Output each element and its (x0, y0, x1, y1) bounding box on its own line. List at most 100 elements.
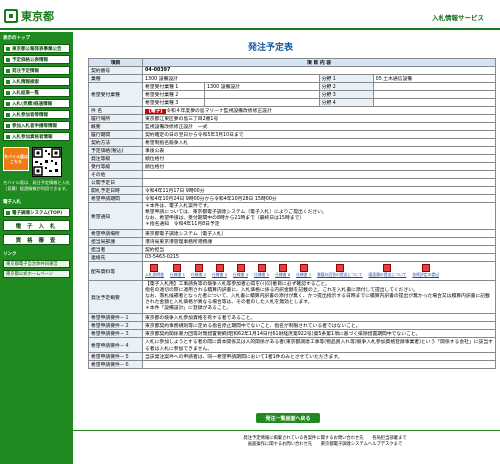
sidebar-item-applications[interactable]: 参加入札者申請等情報 (3, 121, 70, 130)
bullet-icon (6, 210, 10, 215)
period-value: 契約確定の日の翌日から令和5年3月10日まで (142, 130, 496, 139)
bullet-icon (6, 57, 10, 62)
attachment-link[interactable]: 仕様書 3 (212, 264, 227, 278)
pdf-icon (278, 264, 287, 272)
header-content: 項 目 内 容 (142, 58, 496, 67)
qualification-button[interactable]: 資 格 審 査 (3, 234, 70, 245)
row-label: 分野 1 (318, 74, 374, 83)
attachment-link[interactable]: 入札説明書 (145, 264, 164, 278)
remarks-line: なお、落札候補者となった者について、入札書に積算内訳書の添付が無く、かつ提出指示… (145, 294, 490, 305)
e-bidding-button[interactable]: 電 子 入 札 (3, 220, 70, 231)
apply-value: 令和4年10月24日 9時00分から令和4年10月28日 15時00分 (142, 194, 496, 203)
logo-text: 東京都 (21, 10, 54, 23)
sidebar-item-results[interactable]: 入札結果一覧 (3, 88, 70, 97)
price-value: 事後公表 (142, 146, 496, 155)
attachment-link[interactable]: 仕様書 7 (296, 264, 311, 278)
pdf-icon (150, 264, 159, 272)
service-title: 入札情報サービス (432, 14, 484, 22)
condition-value: 当該発注案件への申請者は、同一希望申請期間において1者1件のみとさせていただきま… (142, 352, 496, 361)
condition-value: 東京都の競争入札参加資格を有する者であること。 (142, 313, 496, 322)
row-label: 予定価格(税込) (88, 146, 143, 155)
mobile-note: モバイル版は、発注予定情報と入札（見積）経過情報が利用できます。 (3, 180, 71, 191)
page-title: 発注予定表 (248, 43, 294, 53)
attachment-link[interactable]: 図面類の提出について (369, 264, 406, 278)
row-label: 分野 4 (318, 98, 374, 107)
link-official-site[interactable]: 東京都公式ホームページ (3, 270, 70, 278)
footer-line: 画面操作に関するお問い合わせ先 東京都電子調達システムヘルプデスクまで (247, 442, 403, 447)
row-label: 希望申請要件－６ (88, 360, 143, 369)
bullet-icon (6, 123, 10, 128)
sidebar-item-participants[interactable]: 入札参加者等情報 (3, 110, 70, 119)
row-label: 契約方法 (88, 138, 143, 147)
form-value: 順位格付 (142, 154, 496, 163)
sidebar-section-einvoice: 電子入札 (3, 200, 21, 205)
sidebar-item-announcement[interactable]: 東京都公報発表事業公告 (3, 44, 70, 53)
row-label: 公開予定日 (88, 178, 143, 187)
row-label: その他 (88, 170, 143, 179)
attachment-link[interactable]: 技術評定の提出 (412, 264, 439, 278)
project-name: 令和４年度夢の島マリーナ監視設備改修修正設計 (166, 109, 272, 114)
sidebar-item-search[interactable]: 入札情報検索 (3, 77, 70, 86)
sidebar: 表示のトップ 東京都公報発表事業公告 予定価格公表情報 発注予定情報 入札情報検… (0, 32, 73, 464)
sidebar-item-qualified[interactable]: 入札参加資格者情報 (3, 132, 70, 141)
pdf-icon (194, 264, 203, 272)
pdf-icon (257, 264, 266, 272)
sidebar-item-order-plan[interactable]: 発注予定情報 (3, 66, 70, 75)
grade-value: 順位格付 (142, 162, 496, 171)
open-value: 令和4年11月17日 9時00分 (142, 186, 496, 195)
pdf-icon (236, 264, 245, 272)
pdf-icon (335, 264, 344, 272)
link-e-government[interactable]: 東京都電子自治体共同運営 (3, 260, 70, 268)
attachment-link[interactable]: 質疑の回答の提出について (317, 264, 363, 278)
row-label: 分野 3 (318, 90, 374, 99)
sidebar-section-links: リンク (3, 252, 17, 257)
pdf-icon (299, 264, 308, 272)
dept-value: 港湾局東京港管理事務所港務課 (142, 237, 496, 246)
row-label: 希望申請要件－１ (88, 313, 143, 322)
qr-code-icon (32, 147, 62, 177)
footer-divider (73, 430, 500, 431)
row-label: 希望申請要件－２ (88, 321, 143, 330)
bullet-icon (6, 68, 10, 73)
pdf-icon (173, 264, 182, 272)
row-label: 受付等級 (88, 162, 143, 171)
row-label: 担当局部課 (88, 237, 143, 246)
hope-label: 希望受付業種 2 (142, 90, 205, 99)
apply-place-value: 東京都電子調達システム（電子入札） (142, 229, 496, 238)
hope-label: 希望受付業種 1 (142, 82, 205, 91)
row-label: 希望受付業種 (88, 82, 143, 107)
row-label: 開札予定日時 (88, 186, 143, 195)
remarks-line: ＊本件「設備設計」に登録があること。 (145, 306, 232, 311)
row-label: 配布資料等 (88, 261, 143, 281)
pdf-icon (383, 264, 392, 272)
place-value: 東京都江東区夢の島三丁目2番1号 (142, 114, 496, 123)
hope-value: 1300 設備設計 (204, 82, 320, 91)
attachment-link[interactable]: 仕様書 2 (191, 264, 206, 278)
row-label: 概要 (88, 122, 143, 131)
back-to-list-button[interactable]: 発注一覧画面へ戻る (256, 413, 320, 423)
condition-value: 東京都契約関係暴力団等対策措置要綱(昭和62年1月14日付61財経庶第922号)… (142, 329, 496, 338)
contract-number: 04-00397 (142, 66, 496, 75)
contact-value: 03-5463-0215 (142, 253, 496, 262)
sidebar-item-e-system[interactable]: 電子調達システム(TOP) (3, 208, 70, 217)
attachment-link[interactable]: 仕様書 5 (254, 264, 269, 278)
row-label: 希望申請要件－５ (88, 352, 143, 361)
row-label: 担当者 (88, 245, 143, 254)
attachment-link[interactable]: 仕様書 1 (170, 264, 185, 278)
sidebar-item-progress[interactable]: 入札(見積)経過情報 (3, 99, 70, 108)
bullet-icon (6, 90, 10, 95)
order-plan-table: 項目項 目 内 容 契約番号 04-00397 業種 1300 設備設計 分野 1 05… (88, 58, 497, 369)
attachment-link[interactable]: 仕様書 6 (275, 264, 290, 278)
header-item: 項目 (88, 58, 143, 67)
row-label: 発注予定概要 (88, 280, 143, 314)
bullet-icon (6, 46, 10, 51)
row-label: 業種 (88, 74, 143, 83)
method-value: 希望制指名競争入札 (142, 138, 496, 147)
sidebar-item-price[interactable]: 予定価格公表情報 (3, 55, 70, 64)
row-label: 分野 2 (318, 82, 374, 91)
mobile-version-button[interactable]: モバイル版はこちら (3, 147, 29, 171)
sidebar-section-menu: 表示のトップ (3, 36, 30, 41)
row-label: 契約番号 (88, 66, 143, 75)
tokyo-logo[interactable]: 東京都 (4, 8, 54, 24)
attachment-link[interactable]: 仕様書 4 (233, 264, 248, 278)
